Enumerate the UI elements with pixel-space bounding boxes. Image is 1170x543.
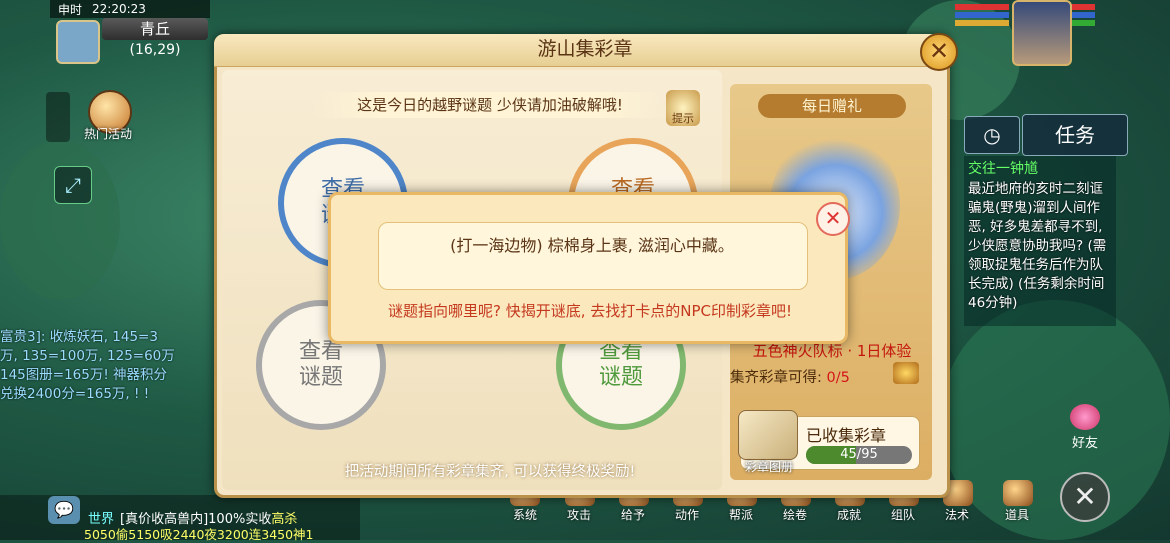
hp-bar [1071, 4, 1095, 10]
chat-line: 兑换2400分=165万, ! ! [0, 386, 150, 402]
world-chat-line-2: 5050偷5150吸2440夜3200连3450神1 [84, 527, 314, 542]
menu-spell[interactable]: 法术 [937, 506, 977, 523]
task-description[interactable]: 最近地府的亥时二刻诓骗鬼(野鬼)溜到人间作恶, 好多鬼差都寻不到, 少侠愿意协助… [968, 180, 1116, 326]
time-period-label: 申时 [58, 2, 83, 17]
final-reward-hint: 把活动期间所有彩章集齐, 可以获得终极奖励! [344, 464, 636, 480]
close-menu-icon[interactable]: ✕ [1060, 472, 1110, 522]
riddle-hint: 谜题指向哪里呢? 快揭开谜底, 去找打卡点的NPC印制彩章吧! [387, 302, 793, 320]
chat-bubble-icon[interactable]: 💬 [48, 496, 80, 524]
map-name[interactable]: 青丘 [102, 18, 208, 40]
stamp-book-label: 彩章图册 [744, 460, 793, 474]
player-avatar[interactable] [1012, 0, 1072, 66]
stamp-book-icon[interactable] [738, 410, 798, 460]
dialog-title: 游山集彩章 [537, 38, 633, 60]
menu-item[interactable]: 道具 [997, 506, 1037, 523]
game-clock-bar: 申时 22:20:23 [50, 0, 210, 18]
timer-icon[interactable]: ◷ [964, 116, 1020, 154]
riddle-close-icon[interactable]: ✕ [816, 202, 850, 236]
view-riddle-label: 查看 谜题 [298, 339, 343, 390]
chat-line: 万, 135=100万, 125=60万 [0, 348, 175, 364]
menu-system[interactable]: 系统 [505, 506, 545, 523]
hot-activity-label: 热门活动 [84, 127, 133, 141]
collapse-arrow-icon[interactable] [46, 92, 70, 142]
sp-bar [955, 20, 1009, 26]
mp-bar [955, 12, 1009, 18]
background-foliage [0, 140, 120, 300]
chat-line: 145图册=165万! 神器积分 [0, 367, 168, 383]
task-title[interactable]: 交往一钟馗 [968, 158, 1038, 178]
xp-bar [1071, 20, 1095, 26]
menu-scroll[interactable]: 绘卷 [775, 506, 815, 523]
menu-attack[interactable]: 攻击 [559, 506, 599, 523]
friend-button[interactable]: 好友 [1062, 404, 1108, 454]
reward-progress: 集齐彩章可得: 0/5 [730, 366, 850, 387]
tab-task[interactable]: 任务 [1022, 114, 1128, 156]
minimap-icon[interactable] [56, 20, 100, 64]
friend-icon [1070, 404, 1100, 430]
map-coordinates: (16,29) [129, 42, 181, 58]
menu-team[interactable]: 组队 [883, 506, 923, 523]
game-clock: 22:20:23 [92, 2, 146, 16]
item-icon[interactable] [1003, 480, 1033, 506]
riddle-intro-banner: 这是今日的越野谜题 少侠请加油破解哦! [310, 92, 670, 118]
riddle-text: (打一海边物) 棕棉身上裹, 滋润心中藏。 [450, 236, 734, 255]
menu-achievement[interactable]: 成就 [829, 506, 869, 523]
collected-count: 45/95 [840, 447, 878, 462]
hp-bar [955, 4, 1009, 10]
chat-line: 富贵3]: 收炼妖石, 145=3 [0, 329, 158, 345]
collected-stamps-label: 已收集彩章 [806, 426, 887, 445]
reward-progress-label: 集齐彩章可得: [730, 370, 822, 386]
menu-action[interactable]: 动作 [667, 506, 707, 523]
menu-give[interactable]: 给予 [613, 506, 653, 523]
chat-overlay: 富贵3]: 收炼妖石, 145=3 万, 135=100万, 125=60万 1… [0, 322, 204, 428]
expand-icon[interactable]: ⤢ [54, 166, 92, 204]
dialog-close-icon[interactable]: ✕ [920, 33, 958, 71]
reward-progress-value: 0/5 [826, 370, 850, 386]
hint-button[interactable]: 提示 [666, 90, 700, 126]
daily-gift-title: 每日赠礼 [758, 94, 906, 118]
mp-bar [1071, 12, 1095, 18]
menu-guild[interactable]: 帮派 [721, 506, 761, 523]
chest-icon[interactable] [893, 362, 919, 384]
friend-label: 好友 [1071, 436, 1098, 451]
view-riddle-label: 查看 谜题 [598, 339, 643, 390]
